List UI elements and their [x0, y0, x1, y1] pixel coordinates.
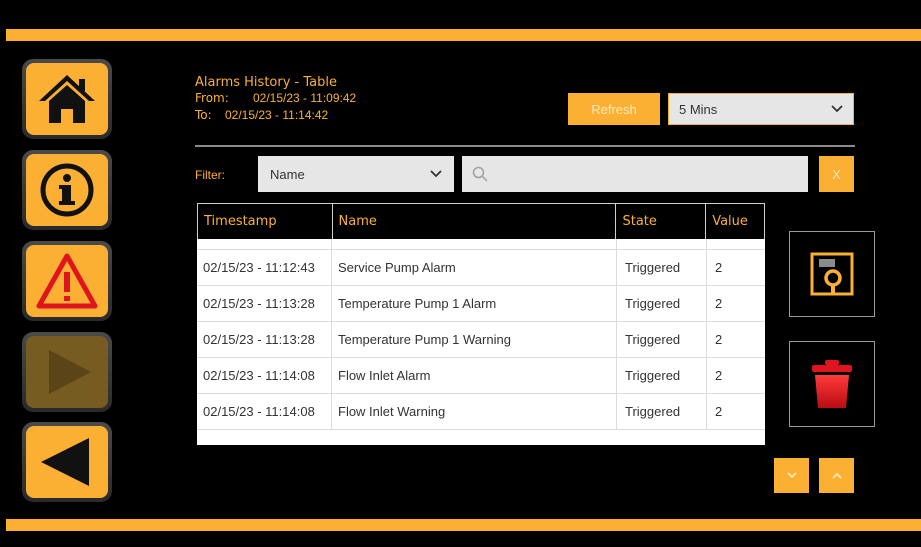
to-label: To:	[195, 108, 212, 122]
table-header: Timestamp Name State Value	[197, 203, 765, 239]
table-row[interactable]: 02/15/23 - 11:13:28 Temperature Pump 1 Wa…	[197, 322, 765, 358]
trash-icon	[812, 360, 852, 408]
info-icon	[40, 163, 94, 217]
chevron-up-icon	[831, 472, 842, 479]
cell-value: 2	[715, 332, 723, 347]
alarms-button[interactable]	[22, 241, 112, 321]
to-value: 02/15/23 - 11:14:42	[225, 108, 329, 122]
alarm-warning-icon	[36, 253, 98, 309]
cell-name: Service Pump Warning	[332, 239, 617, 249]
filter-field-select[interactable]: Name	[258, 156, 454, 192]
filter-field-value: Name	[270, 166, 305, 182]
search-input[interactable]	[462, 156, 808, 192]
cell-value: 2	[715, 260, 723, 275]
scroll-up-button[interactable]	[819, 458, 854, 493]
column-header-timestamp[interactable]: Timestamp	[198, 204, 333, 239]
refresh-button[interactable]: Refresh	[568, 93, 660, 125]
clear-filter-button[interactable]: X	[819, 156, 854, 192]
scroll-down-button[interactable]	[774, 458, 809, 493]
table-row[interactable]: 02/15/23 - 11:14:08 Flow Inlet Warning Tri…	[197, 394, 765, 430]
back-button[interactable]	[22, 422, 112, 502]
cell-timestamp: 02/15/23 - 11:14:08	[197, 394, 332, 429]
table-row[interactable]: 02/15/23 - 11:13:28 Temperature Pump 1 Al…	[197, 286, 765, 322]
cell-name: Temperature Pump 1 Alarm	[332, 286, 617, 321]
back-arrow-icon	[41, 438, 89, 486]
table-row[interactable]: 02/15/23 - 11:12:43 Service Pump Alarm Tri…	[197, 250, 765, 286]
table-row[interactable]: 02/15/23 - 11:14:08 Flow Inlet Alarm Trigg…	[197, 358, 765, 394]
bottom-accent-bar	[6, 519, 921, 531]
cell-timestamp: 02/15/23 - 11:12:43	[197, 239, 332, 249]
search-icon	[472, 166, 488, 182]
divider	[195, 145, 855, 147]
play-button[interactable]	[22, 332, 112, 412]
chevron-down-icon	[430, 170, 442, 178]
from-value: 02/15/23 - 11:09:42	[253, 91, 357, 105]
table-body[interactable]: 02/15/23 - 11:12:43Service Pump WarningT…	[197, 239, 765, 445]
from-label: From:	[195, 91, 229, 105]
cell-state: Triggered	[617, 322, 707, 357]
column-header-state[interactable]: State	[616, 204, 707, 239]
alarms-table[interactable]: Timestamp Name State Value 02/15/23 - 11…	[197, 203, 765, 445]
table-row[interactable]: 02/15/23 - 11:12:43Service Pump WarningT…	[197, 239, 765, 250]
info-button[interactable]	[22, 150, 112, 230]
page-title: Alarms History - Table	[195, 75, 337, 90]
cell-value: 2	[715, 404, 723, 419]
cell-state: Triggered	[617, 286, 707, 321]
cell-name: Temperature Pump 1 Warning	[332, 322, 617, 357]
cell-timestamp: 02/15/23 - 11:13:28	[197, 286, 332, 321]
cell-timestamp: 02/15/23 - 11:13:28	[197, 322, 332, 357]
home-button[interactable]	[22, 59, 112, 139]
column-header-value[interactable]: Value	[706, 204, 764, 239]
history-header: Alarms History - Table From: 02/15/23 - …	[195, 76, 356, 124]
interval-select[interactable]: 5 Mins	[668, 93, 854, 125]
cell-value: 2	[707, 239, 765, 249]
interval-value: 5 Mins	[679, 101, 718, 117]
cell-state: Triggered	[617, 239, 707, 249]
column-header-name[interactable]: Name	[333, 204, 617, 239]
cell-name: Flow Inlet Warning	[332, 394, 617, 429]
export-button[interactable]	[789, 231, 875, 317]
chevron-down-icon	[831, 105, 843, 113]
chevron-down-icon	[786, 472, 797, 479]
cell-state: Triggered	[617, 358, 707, 393]
cell-value: 2	[715, 368, 723, 383]
home-icon	[39, 75, 95, 123]
save-export-icon	[810, 252, 854, 296]
cell-state: Triggered	[617, 394, 707, 429]
cell-value: 2	[715, 296, 723, 311]
top-accent-bar	[6, 29, 921, 41]
cell-timestamp: 02/15/23 - 11:14:08	[197, 358, 332, 393]
cell-state: Triggered	[617, 250, 707, 285]
delete-button[interactable]	[789, 341, 875, 427]
cell-timestamp: 02/15/23 - 11:12:43	[197, 250, 332, 285]
cell-name: Flow Inlet Alarm	[332, 358, 617, 393]
filter-label: Filter:	[195, 168, 225, 182]
cell-name: Service Pump Alarm	[332, 250, 617, 285]
play-icon	[49, 350, 91, 394]
